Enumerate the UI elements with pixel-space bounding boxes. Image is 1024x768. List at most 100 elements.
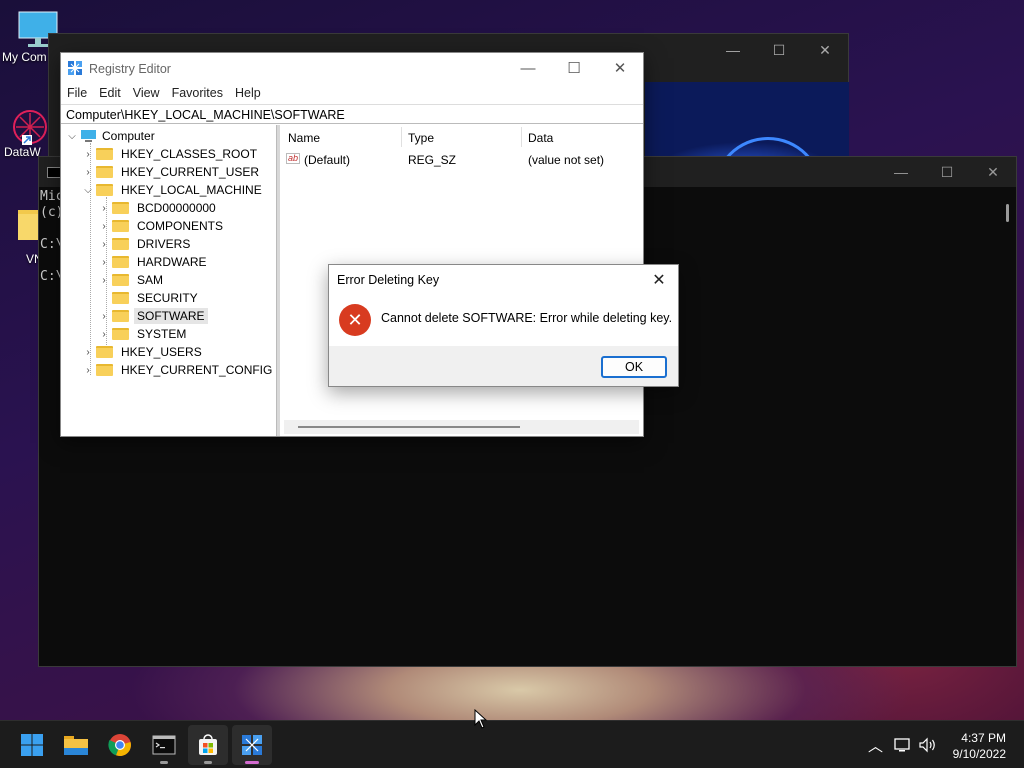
tree-node-hkey-current-config[interactable]: › HKEY_CURRENT_CONFIG [80,361,275,379]
tree-node-label: HKEY_CURRENT_CONFIG [121,363,273,377]
regedit-titlebar[interactable]: Registry Editor — ☐ ✕ [61,53,643,85]
tree-node-hkey-classes-root[interactable]: › HKEY_CLASSES_ROOT [80,145,260,163]
tree-node-label: Computer [102,129,155,143]
tree-node-label: SOFTWARE [134,308,208,324]
maximize-icon[interactable]: ☐ [924,157,970,187]
chevron-right-icon[interactable]: › [96,257,112,268]
chrome-button[interactable] [100,725,140,765]
file-explorer-icon [64,736,88,755]
chrome-icon [108,734,131,757]
console-app-icon [47,167,61,178]
minimize-icon[interactable]: — [505,53,551,83]
window-title: Registry Editor [89,62,171,76]
address-bar[interactable]: Computer\HKEY_LOCAL_MACHINE\SOFTWARE [61,104,643,124]
chevron-down-icon[interactable]: ⌵ [64,131,80,142]
volume-icon[interactable] [918,737,938,753]
folder-icon [112,274,129,286]
running-indicator [204,761,212,764]
console-scrollbar[interactable] [1006,204,1009,222]
start-button[interactable] [12,725,52,765]
chevron-right-icon[interactable]: › [96,311,112,322]
column-header-name[interactable]: Name [288,131,320,145]
regedit-icon [68,61,82,75]
folder-icon [96,346,113,358]
menu-bar: File Edit View Favorites Help [61,83,267,103]
value-data: (value not set) [528,153,605,167]
system-clock[interactable]: 4:37 PM 9/10/2022 [953,730,1006,762]
error-dialog[interactable]: Error Deleting Key ✕ ✕ Cannot delete SOF… [328,264,679,387]
close-icon[interactable]: ✕ [970,157,1016,187]
chevron-right-icon[interactable]: › [96,329,112,340]
tree-node-label: HARDWARE [137,255,207,269]
maximize-icon[interactable]: ☐ [756,34,802,66]
file-explorer-button[interactable] [56,725,96,765]
browser-window-controls: — ☐ ✕ [710,34,848,66]
tree-node-drivers[interactable]: › DRIVERS [96,235,193,253]
network-icon[interactable] [894,737,912,753]
folder-icon [112,238,129,250]
list-item[interactable]: ab (Default) REG_SZ (value not set) [280,149,643,167]
tree-node-computer[interactable]: ⌵ Computer [64,127,155,145]
store-button[interactable] [188,725,228,765]
tree-node-hkey-current-user[interactable]: › HKEY_CURRENT_USER [80,163,262,181]
chevron-right-icon[interactable]: › [80,365,96,376]
terminal-button[interactable] [144,725,184,765]
tree-node-security[interactable]: SECURITY [96,289,201,307]
chevron-up-icon[interactable]: ︿ [868,735,883,756]
start-icon [21,734,43,756]
tree-node-hkey-local-machine[interactable]: ⌵ HKEY_LOCAL_MACHINE [80,181,265,199]
menu-help[interactable]: Help [229,83,267,103]
tree-node-label: BCD00000000 [137,201,216,215]
regedit-icon [242,735,262,755]
horizontal-scrollbar[interactable] [284,420,639,434]
menu-edit[interactable]: Edit [93,83,127,103]
close-icon[interactable]: ✕ [802,34,848,66]
tree-node-label: SECURITY [137,291,198,305]
taskbar: ︿ 4:37 PM 9/10/2022 [0,720,1024,768]
column-header-data[interactable]: Data [528,131,553,145]
datawrapper-icon [13,110,47,145]
scrollbar-thumb[interactable] [298,426,520,428]
ok-button[interactable]: OK [601,356,667,378]
folder-icon [112,220,129,232]
chevron-right-icon[interactable]: › [96,239,112,250]
dialog-message: Cannot delete SOFTWARE: Error while dele… [381,311,673,325]
folder-icon [96,364,113,376]
regedit-taskbar-button[interactable] [232,725,272,765]
tree-node-label: SAM [137,273,164,287]
computer-icon [81,130,96,142]
chevron-right-icon[interactable]: › [96,221,112,232]
tree-node-hardware[interactable]: › HARDWARE [96,253,210,271]
terminal-icon [152,735,176,755]
close-icon[interactable]: ✕ [597,53,643,83]
chevron-right-icon[interactable]: › [80,347,96,358]
menu-view[interactable]: View [127,83,166,103]
close-icon[interactable]: ✕ [644,267,674,293]
chevron-right-icon[interactable]: › [96,275,112,286]
maximize-icon[interactable]: ☐ [551,53,597,83]
tree-node-hkey-users[interactable]: › HKEY_USERS [80,343,205,361]
chevron-down-icon[interactable]: ⌵ [80,185,96,196]
tree-node-software[interactable]: › SOFTWARE [96,307,208,325]
clock-date: 9/10/2022 [952,747,1006,761]
menu-file[interactable]: File [61,83,93,103]
chevron-right-icon[interactable]: › [80,167,96,178]
tree-node-label: HKEY_LOCAL_MACHINE [121,183,262,197]
minimize-icon[interactable]: — [710,34,756,66]
tree-node-label: SYSTEM [137,327,187,341]
folder-icon [112,328,129,340]
tree-node-components[interactable]: › COMPONENTS [96,217,226,235]
tree-node-sam[interactable]: › SAM [96,271,166,289]
menu-favorites[interactable]: Favorites [166,83,229,103]
chevron-right-icon[interactable]: › [80,149,96,160]
error-icon: ✕ [339,304,371,336]
tree-node-bcd00000000[interactable]: › BCD00000000 [96,199,219,217]
column-header-type[interactable]: Type [408,131,434,145]
registry-tree[interactable]: ⌵ Computer › HKEY_CLASSES_ROOT › HKEY_CU… [62,125,276,436]
chevron-right-icon[interactable]: › [96,203,112,214]
minimize-icon[interactable]: — [878,157,924,187]
tree-node-system[interactable]: › SYSTEM [96,325,189,343]
folder-icon [96,184,113,196]
value-type: REG_SZ [408,153,457,167]
tree-node-label: HKEY_CLASSES_ROOT [121,147,258,161]
